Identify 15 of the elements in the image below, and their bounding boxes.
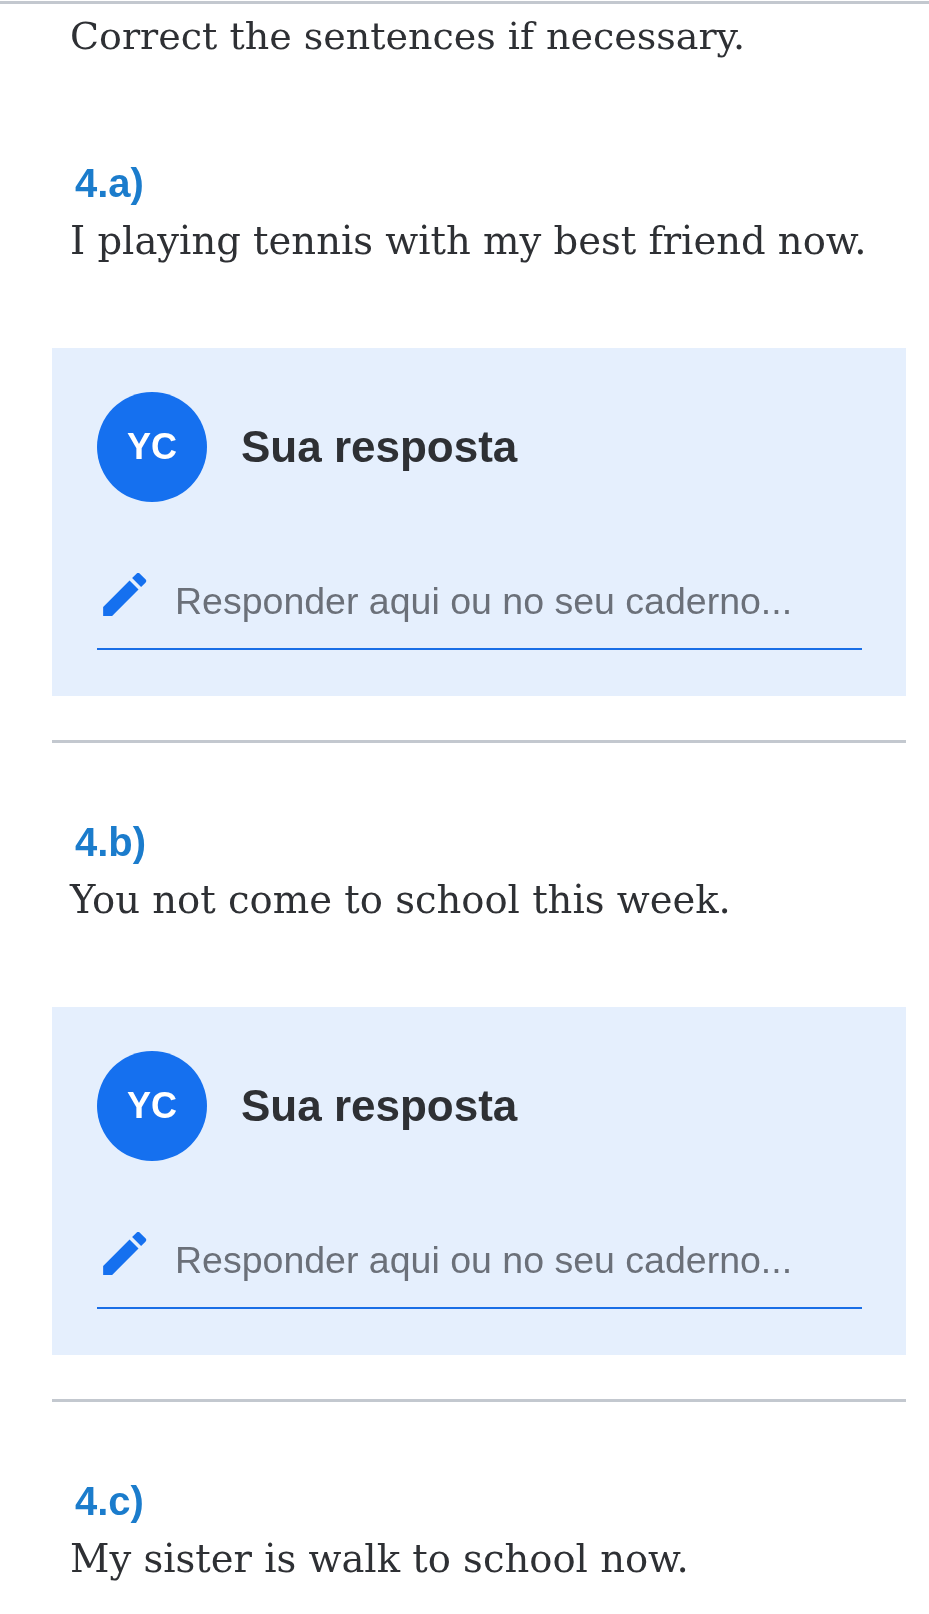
question-sentence: I playing tennis with my best friend now.: [69, 217, 867, 265]
pencil-icon: [103, 572, 147, 616]
user-avatar: YC: [97, 1051, 207, 1161]
user-avatar: YC: [97, 392, 207, 502]
question-sentence: You not come to school this week.: [68, 876, 731, 924]
question-number: 4.b): [74, 820, 147, 864]
answer-title: Sua resposta: [241, 1080, 518, 1132]
pencil-icon: [103, 1231, 147, 1275]
instruction-text: Correct the sentences if necessary.: [69, 13, 746, 60]
question-number: 4.a): [74, 161, 144, 205]
question-number: 4.c): [74, 1479, 144, 1523]
answer-title: Sua resposta: [241, 421, 518, 473]
answer-field[interactable]: Responder aqui ou no seu caderno...: [97, 1236, 862, 1309]
answer-field[interactable]: Responder aqui ou no seu caderno...: [97, 577, 862, 650]
question-sentence: My sister is walk to school now.: [69, 1535, 689, 1583]
